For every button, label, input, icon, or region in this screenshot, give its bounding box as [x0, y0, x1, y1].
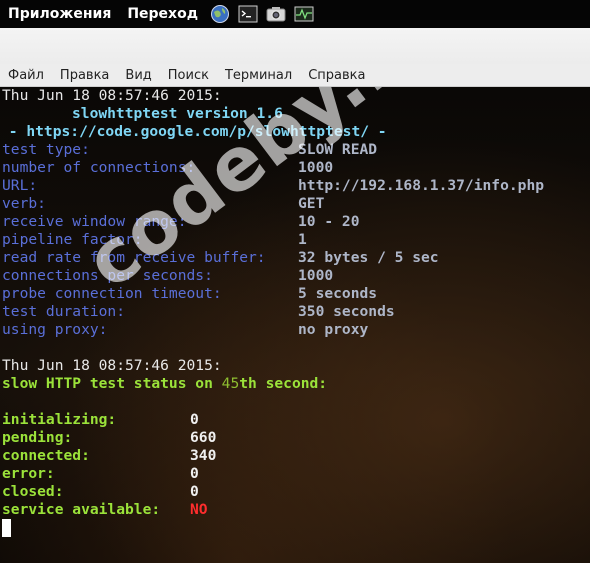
config-value: 5 seconds [298, 285, 378, 302]
config-value: no proxy [298, 321, 369, 338]
menu-help[interactable]: Справка [300, 68, 373, 83]
menu-edit[interactable]: Правка [52, 68, 117, 83]
status-label: closed: [2, 483, 64, 500]
config-label: receive window range: [2, 213, 187, 230]
config-value: 350 seconds [298, 303, 395, 320]
config-label: test type: [2, 141, 90, 158]
status-value: 0 [190, 483, 199, 500]
status-suffix: th second: [239, 375, 328, 392]
menu-bar: Файл Правка Вид Поиск Терминал Справка [0, 64, 590, 87]
status-value: 0 [190, 411, 199, 428]
config-value: 1000 [298, 267, 334, 284]
service-available-value: NO [190, 501, 208, 518]
config-value: 1 [298, 231, 307, 248]
status-seconds: 45 [221, 375, 240, 392]
terminal-icon[interactable] [238, 4, 258, 24]
config-label: pipeline factor: [2, 231, 143, 248]
applications-menu[interactable]: Приложения [0, 0, 119, 28]
status-prefix: slow HTTP test status on [2, 375, 222, 392]
menu-terminal[interactable]: Терминал [217, 68, 300, 83]
config-label: probe connection timeout: [2, 285, 222, 302]
globe-icon[interactable] [210, 4, 230, 24]
terminal-output[interactable]: Thu Jun 18 08:57:46 2015: slowhttptest v… [0, 87, 590, 563]
config-label: number of connections: [2, 159, 196, 176]
version-line: slowhttptest version 1.6 [72, 105, 283, 122]
status-label: connected: [2, 447, 90, 464]
config-label: read rate from receive buffer: [2, 249, 266, 266]
menu-view[interactable]: Вид [117, 68, 159, 83]
config-label: verb: [2, 195, 46, 212]
status-label: pending: [2, 429, 73, 446]
config-value: http://192.168.1.37/info.php [298, 177, 545, 194]
config-value: SLOW READ [298, 141, 378, 158]
terminal-cursor [2, 519, 11, 537]
top-panel: Приложения Переход [0, 0, 590, 28]
config-value: 10 - 20 [298, 213, 360, 230]
status-label: service available: [2, 501, 161, 518]
config-value: 1000 [298, 159, 334, 176]
menu-file[interactable]: Файл [0, 68, 52, 83]
system-monitor-icon[interactable] [294, 4, 314, 24]
window-titlebar[interactable] [0, 28, 590, 64]
timestamp-line: Thu Jun 18 08:57:46 2015: [2, 87, 222, 104]
config-value: 32 bytes / 5 sec [298, 249, 439, 266]
project-url-line: - https://code.google.com/p/slowhttptest… [0, 123, 387, 140]
status-label: initializing: [2, 411, 117, 428]
config-label: connections per seconds: [2, 267, 213, 284]
status-value: 0 [190, 465, 199, 482]
config-value: GET [298, 195, 325, 212]
status-label: error: [2, 465, 55, 482]
config-label: using proxy: [2, 321, 108, 338]
menu-search[interactable]: Поиск [160, 68, 217, 83]
config-label: URL: [2, 177, 38, 194]
places-menu[interactable]: Переход [119, 0, 206, 28]
config-label: test duration: [2, 303, 126, 320]
camera-icon[interactable] [266, 4, 286, 24]
status-value: 340 [190, 447, 217, 464]
timestamp-line: Thu Jun 18 08:57:46 2015: [2, 357, 222, 374]
status-heading: slow HTTP test status on 45th second: [2, 375, 327, 393]
status-value: 660 [190, 429, 217, 446]
